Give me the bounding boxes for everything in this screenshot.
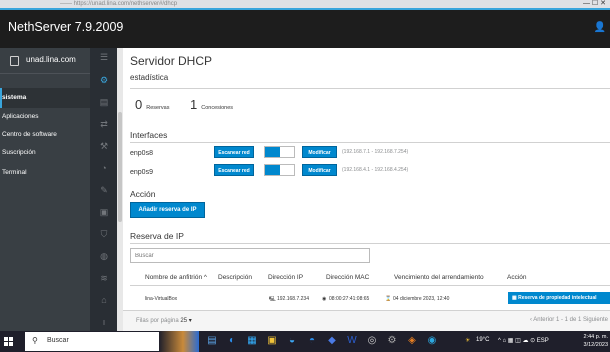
app-title[interactable]: NethServer 7.9.2009 bbox=[8, 20, 123, 34]
row-mac: 08:00:27:41:08:65 bbox=[329, 296, 370, 302]
mail-icon[interactable]: ◓ bbox=[305, 334, 319, 348]
stat-label: Concesiones bbox=[201, 105, 234, 111]
monitor-icon: 🖳 bbox=[269, 296, 276, 302]
add-ip-reservation-button[interactable]: Añadir reserva de IP bbox=[130, 202, 205, 218]
network-icon[interactable]: ⇄ bbox=[99, 120, 109, 129]
column-header-action: Acción bbox=[507, 274, 527, 281]
interface-toggle[interactable] bbox=[264, 164, 295, 176]
stats-heading: estadística bbox=[130, 73, 169, 82]
interface-toggle[interactable] bbox=[264, 146, 295, 158]
browser-bar: —— https://unad.lina.com/nethserver#/dhc… bbox=[0, 0, 610, 8]
ip-range: (192.168.7.1 - 192.168.7.254) bbox=[342, 149, 409, 155]
edit-icon[interactable]: ✎ bbox=[99, 186, 109, 195]
info-icon[interactable]: ı bbox=[99, 318, 109, 327]
taskbar-search-placeholder: Buscar bbox=[47, 337, 69, 344]
stat-value: 1 bbox=[190, 97, 198, 112]
app-header: NethServer 7.9.2009 👤 bbox=[0, 8, 610, 48]
toggle-on-state bbox=[265, 165, 280, 175]
home-icon[interactable]: ⌂ bbox=[99, 296, 109, 305]
globe-icon[interactable]: ◍ bbox=[99, 252, 109, 261]
interface-name: enp0s9 bbox=[130, 169, 153, 176]
ip-range: (192.168.4.1 - 192.168.4.254) bbox=[342, 167, 409, 173]
windows-start-icon[interactable] bbox=[4, 337, 13, 346]
paint-icon[interactable]: ◈ bbox=[405, 334, 419, 348]
interface-name: enp0s8 bbox=[130, 150, 153, 157]
url-bar[interactable]: —— https://unad.lina.com/nethserver#/dhc… bbox=[60, 0, 177, 8]
date: 3/12/2023 bbox=[583, 342, 608, 348]
storage-icon[interactable]: ▤ bbox=[99, 98, 109, 107]
screen: —— https://unad.lina.com/nethserver#/dhc… bbox=[0, 0, 610, 352]
monitor-icon[interactable]: ◔ bbox=[99, 164, 109, 173]
edge-icon[interactable]: ◐ bbox=[225, 334, 239, 348]
reserve-property-label: Reserva de propiedad intelectual bbox=[518, 295, 597, 301]
row-ip: 192.168.7.234 bbox=[277, 296, 309, 302]
files-icon[interactable]: ▣ bbox=[265, 334, 279, 348]
modify-button[interactable]: Modificar bbox=[302, 164, 337, 176]
divider bbox=[130, 142, 610, 143]
time: 2:44 p. m. bbox=[583, 334, 608, 340]
rows-per-page: Filas por página 25 ▾ bbox=[136, 317, 192, 324]
hourglass-icon: ⌛ bbox=[385, 296, 392, 302]
location-icon: ◉ bbox=[322, 296, 327, 302]
reservation-heading: Reserva de IP bbox=[130, 231, 184, 241]
column-header-description[interactable]: Descripción bbox=[218, 274, 252, 281]
stat-reservas: 0 Reservas bbox=[135, 97, 169, 112]
grid-icon: ▦ bbox=[512, 295, 517, 301]
clock[interactable]: 2:44 p. m. 3/12/2023 bbox=[584, 333, 608, 349]
word-icon[interactable]: W bbox=[345, 334, 359, 348]
interfaces-heading: Interfaces bbox=[130, 130, 168, 140]
column-header-lease[interactable]: Vencimiento del arrendamiento bbox=[394, 274, 484, 281]
rows-per-page-label: Filas por página bbox=[136, 318, 179, 324]
gear-icon[interactable]: ⚙ bbox=[385, 334, 399, 348]
divider bbox=[130, 285, 610, 286]
modify-button[interactable]: Modificar bbox=[302, 146, 337, 158]
tools-icon[interactable]: ⚒ bbox=[99, 142, 109, 151]
divider bbox=[130, 243, 610, 244]
user-icon[interactable]: 👤 bbox=[594, 22, 606, 33]
store-icon[interactable]: ▦ bbox=[245, 334, 259, 348]
taskbar: ⚲ Buscar ▤ ◐ ▦ ▣ ◒ ◓ ◆ W ◎ ⚙ ◈ ◉ ☀ 19°C ^ ⌂ ▦ ◫ ☁ ⊙… bbox=[0, 331, 610, 352]
column-header-hostname[interactable]: Nombre de anfitrión ^ bbox=[145, 274, 207, 281]
rows-per-page-select[interactable]: 25 ▾ bbox=[180, 318, 191, 324]
logs-icon[interactable]: ≋ bbox=[99, 274, 109, 283]
app-icon[interactable]: ◉ bbox=[425, 334, 439, 348]
pager-controls[interactable]: ‹ Anterior 1 - 1 de 1 Siguiente bbox=[530, 317, 608, 323]
column-header-mac[interactable]: Dirección MAC bbox=[326, 274, 369, 281]
settings-icon[interactable]: ◎ bbox=[365, 334, 379, 348]
main-content: Servidor DHCP estadística 0 Reservas 1 C… bbox=[123, 48, 610, 331]
browser-icon[interactable]: ◒ bbox=[285, 334, 299, 348]
stat-label: Reservas bbox=[146, 105, 170, 111]
stat-value: 0 bbox=[135, 97, 143, 112]
weather-icon[interactable]: ☀ bbox=[465, 337, 470, 344]
page-title: Servidor DHCP bbox=[130, 54, 213, 68]
system-tray[interactable]: ^ ⌂ ▦ ◫ ☁ ⊙ ESP bbox=[498, 337, 549, 344]
scan-network-button[interactable]: Escanear red bbox=[214, 164, 254, 176]
toggle-on-state bbox=[265, 147, 280, 157]
shield-icon[interactable]: ⛉ bbox=[99, 230, 109, 239]
scrollbar-thumb[interactable] bbox=[118, 112, 122, 222]
box-icon[interactable]: ▣ bbox=[99, 208, 109, 217]
vscode-icon[interactable]: ◆ bbox=[325, 334, 339, 348]
module-icon-column: ☰ ⚙ ▤ ⇄ ⚒ ◔ ✎ ▣ ⛉ ◍ ≋ ⌂ ı bbox=[90, 48, 118, 331]
menu-icon[interactable]: ☰ bbox=[99, 53, 109, 62]
server-icon bbox=[10, 56, 19, 66]
pagination-bar: Filas por página 25 ▾ ‹ Anterior 1 - 1 d… bbox=[123, 310, 610, 331]
column-header-ip[interactable]: Dirección IP bbox=[268, 274, 303, 281]
search-icon: ⚲ bbox=[32, 336, 38, 345]
weather-temp[interactable]: 19°C bbox=[476, 337, 489, 343]
divider bbox=[130, 88, 610, 89]
stat-concesiones: 1 Concesiones bbox=[190, 97, 233, 112]
row-lease: 04 diciembre 2023, 12:40 bbox=[393, 296, 450, 302]
host-label: unad.lina.com bbox=[26, 55, 76, 64]
action-heading: Acción bbox=[130, 189, 156, 199]
search-highlight-image bbox=[159, 331, 199, 352]
reserve-property-button[interactable]: ▦ Reserva de propiedad intelectual bbox=[508, 292, 610, 304]
search-input[interactable] bbox=[130, 248, 370, 263]
task-view-icon[interactable]: ▤ bbox=[205, 334, 219, 348]
window-controls[interactable]: — ☐ ✕ bbox=[583, 0, 606, 8]
scan-network-button[interactable]: Escanear red bbox=[214, 146, 254, 158]
taskbar-search[interactable]: ⚲ Buscar bbox=[25, 332, 159, 351]
row-hostname: lina-VirtualBox bbox=[145, 296, 178, 302]
dashboard-icon[interactable]: ⚙ bbox=[99, 76, 109, 85]
